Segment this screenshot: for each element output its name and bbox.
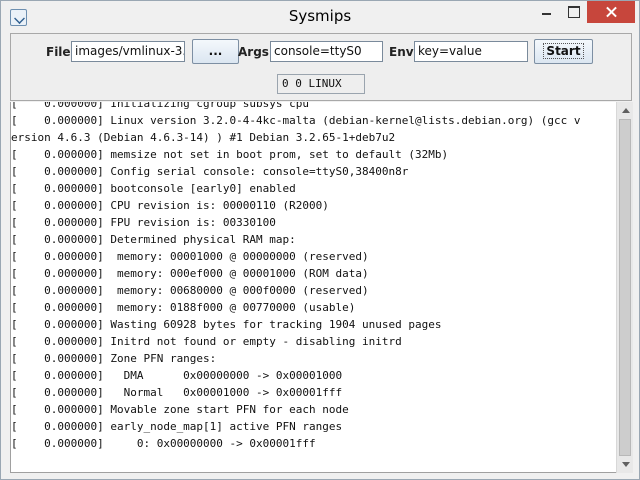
- scroll-thumb[interactable]: [619, 119, 631, 456]
- maximize-button[interactable]: [560, 1, 587, 23]
- close-button[interactable]: [587, 1, 635, 23]
- console-line: ersion 4.6.3 (Debian 4.6.3-14) ) #1 Debi…: [11, 131, 396, 144]
- start-button-label: Start: [543, 43, 584, 59]
- console-output[interactable]: [ 0.000000] Initializing cgroup subsys c…: [10, 102, 616, 473]
- browse-button[interactable]: ...: [192, 39, 239, 64]
- console-line: [ 0.000000] Zone PFN ranges:: [11, 352, 217, 365]
- app-window: Sysmips File images/vmlinux-3.2. ... Arg…: [0, 0, 640, 480]
- console-line: [ 0.000000] Initializing cgroup subsys c…: [11, 102, 310, 110]
- env-field[interactable]: key=value: [414, 41, 528, 62]
- control-panel: File images/vmlinux-3.2. ... Args consol…: [10, 33, 632, 101]
- console-log: [ 0.000000] Initializing cgroup subsys c…: [11, 102, 616, 452]
- scroll-up-arrow-icon[interactable]: [617, 102, 634, 119]
- console-line: [ 0.000000] CPU revision is: 00000110 (R…: [11, 199, 329, 212]
- console-line: [ 0.000000] memory: 00001000 @ 00000000 …: [11, 250, 369, 263]
- console-line: [ 0.000000] Normal 0x00001000 -> 0x00001…: [11, 386, 343, 399]
- file-label: File: [46, 45, 71, 59]
- file-path-field[interactable]: images/vmlinux-3.2.: [71, 41, 185, 62]
- scroll-down-arrow-icon[interactable]: [617, 456, 634, 473]
- console-line: [ 0.000000] memory: 000ef000 @ 00001000 …: [11, 267, 369, 280]
- console-line: [ 0.000000] memory: 0188f000 @ 00770000 …: [11, 301, 356, 314]
- console-line: [ 0.000000] Wasting 60928 bytes for trac…: [11, 318, 442, 331]
- console-line: [ 0.000000] Config serial console: conso…: [11, 165, 409, 178]
- start-button[interactable]: Start: [534, 39, 593, 64]
- console-line: [ 0.000000] memory: 00680000 @ 000f0000 …: [11, 284, 369, 297]
- env-label: Env: [389, 45, 414, 59]
- console-line: [ 0.000000] FPU revision is: 00330100: [11, 216, 276, 229]
- console-line: [ 0.000000] Linux version 3.2.0-4-4kc-ma…: [11, 114, 581, 127]
- console-line: [ 0.000000] bootconsole [early0] enabled: [11, 182, 296, 195]
- title-bar[interactable]: Sysmips: [1, 1, 639, 33]
- minimize-button[interactable]: [533, 1, 560, 23]
- console-line: [ 0.000000] Determined physical RAM map:: [11, 233, 296, 246]
- console-line: [ 0.000000] 0: 0x00000000 -> 0x00001fff: [11, 437, 316, 450]
- args-field[interactable]: console=ttyS0: [270, 41, 383, 62]
- vertical-scrollbar[interactable]: [616, 102, 633, 473]
- console-line: [ 0.000000] memsize not set in boot prom…: [11, 148, 449, 161]
- console-line: [ 0.000000] Movable zone start PFN for e…: [11, 403, 349, 416]
- console-line: [ 0.000000] Initrd not found or empty - …: [11, 335, 402, 348]
- status-display: 0 0 LINUX: [277, 74, 365, 94]
- console-line: [ 0.000000] DMA 0x00000000 -> 0x00001000: [11, 369, 343, 382]
- args-label: Args: [238, 45, 269, 59]
- console-line: [ 0.000000] early_node_map[1] active PFN…: [11, 420, 343, 433]
